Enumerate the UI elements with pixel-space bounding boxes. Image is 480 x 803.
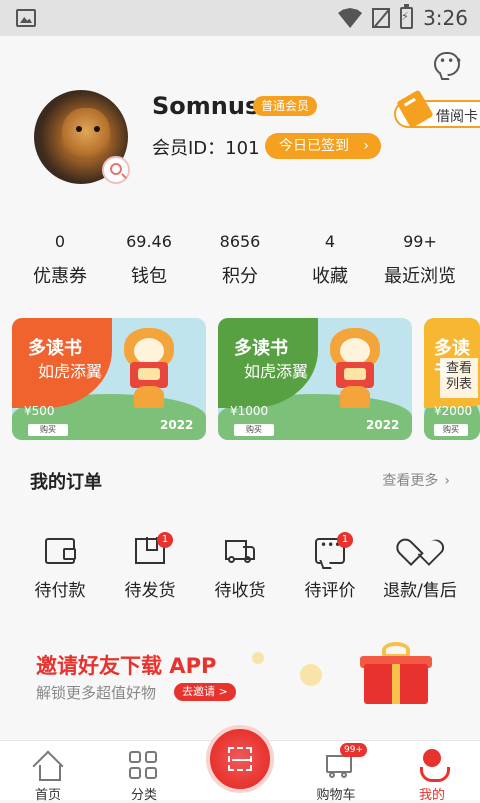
card-year: 2022 bbox=[366, 418, 400, 432]
stat-label: 钱包 bbox=[131, 266, 167, 287]
order-badge: 1 bbox=[337, 532, 353, 548]
stat-value: 4 bbox=[324, 232, 336, 251]
stat-label: 积分 bbox=[222, 266, 258, 287]
tiger-illustration bbox=[120, 328, 178, 410]
card-buy-button[interactable]: 购买 bbox=[434, 424, 468, 436]
card-price: ¥500 bbox=[24, 404, 55, 418]
card-slogan: 多读书 bbox=[234, 338, 288, 359]
avatar-edit-icon[interactable] bbox=[102, 156, 130, 184]
tab-label: 分类 bbox=[130, 788, 157, 803]
card-buy-button[interactable]: 购买 bbox=[28, 424, 68, 436]
stat-favorites[interactable]: 4 收藏 bbox=[282, 232, 378, 288]
scan-button[interactable] bbox=[206, 725, 274, 793]
stat-wallet[interactable]: 69.46 钱包 bbox=[101, 232, 197, 288]
order-label: 待收货 bbox=[214, 581, 266, 601]
user-icon bbox=[420, 749, 450, 782]
coin-decoration bbox=[300, 664, 322, 686]
stat-coupons[interactable]: 0 优惠券 bbox=[12, 232, 108, 288]
package-icon: 1 bbox=[135, 532, 173, 564]
stats-row: 0 优惠券 69.46 钱包 8656 积分 4 收藏 99+ 最近浏览 bbox=[0, 232, 480, 292]
stat-label: 优惠券 bbox=[33, 266, 87, 287]
borrow-card-label: 借阅卡 bbox=[436, 109, 478, 125]
tab-home[interactable]: 首页 bbox=[0, 741, 96, 803]
card-year: 2022 bbox=[160, 418, 194, 432]
order-label: 退款/售后 bbox=[383, 581, 457, 601]
truck-icon bbox=[225, 538, 255, 564]
card-slogan: 多读书 bbox=[28, 338, 82, 359]
home-icon bbox=[34, 753, 62, 781]
tab-label: 我的 bbox=[418, 788, 445, 803]
stat-label: 收藏 bbox=[312, 266, 348, 287]
orders-more-label: 查看更多 bbox=[382, 473, 439, 489]
chevron-right-icon: › bbox=[444, 473, 450, 489]
heart-icon bbox=[405, 538, 435, 564]
gift-box-illustration bbox=[360, 642, 432, 710]
tiger-illustration bbox=[326, 328, 384, 410]
stat-points[interactable]: 8656 积分 bbox=[192, 232, 288, 288]
card-slogan-2: 如虎添翼 bbox=[38, 362, 103, 381]
stat-value: 69.46 bbox=[126, 232, 172, 251]
scan-icon bbox=[228, 747, 252, 771]
order-badge: 1 bbox=[157, 532, 173, 548]
tab-category[interactable]: 分类 bbox=[96, 741, 192, 803]
invite-title: 邀请好友下载 APP bbox=[36, 654, 217, 678]
stat-value: 99+ bbox=[403, 232, 437, 251]
gift-card[interactable]: 多读书 如虎添翼 ¥1000 购买 2022 bbox=[218, 318, 412, 440]
order-pending-shipment[interactable]: 1 待发货 bbox=[102, 532, 198, 601]
invite-button[interactable]: 去邀请 > bbox=[174, 683, 236, 701]
tab-label: 首页 bbox=[34, 788, 61, 803]
profile-page: Somnus 普通会员 借阅卡 会员ID：101 今日已签到 › 0 优惠券 6… bbox=[0, 36, 480, 740]
chevron-right-icon: › bbox=[363, 138, 369, 154]
gift-card[interactable]: 多读书 如虎添翼 ¥500 购买 2022 bbox=[12, 318, 206, 440]
tab-label: 购物车 bbox=[316, 788, 356, 803]
card-slogan-2: 如虎添翼 bbox=[244, 362, 309, 381]
wallet-icon bbox=[45, 538, 76, 564]
gift-card-carousel[interactable]: 多读书 如虎添翼 ¥500 购买 2022 多读书 如虎添翼 ¥1000 购买 … bbox=[12, 318, 480, 440]
order-pending-review[interactable]: 1 待评价 bbox=[282, 532, 378, 601]
order-pending-receipt[interactable]: 待收货 bbox=[192, 538, 288, 601]
order-label: 待发货 bbox=[124, 581, 176, 601]
status-bar: 3:26 bbox=[0, 0, 480, 36]
invite-subtitle: 解锁更多超值好物 bbox=[36, 684, 157, 702]
card-price: ¥2000 bbox=[434, 404, 473, 418]
stat-label: 最近浏览 bbox=[384, 266, 456, 287]
ticket-icon bbox=[396, 89, 434, 129]
message-icon[interactable] bbox=[434, 52, 463, 76]
status-time: 3:26 bbox=[423, 6, 468, 30]
coin-decoration bbox=[252, 652, 264, 664]
borrow-card-button[interactable]: 借阅卡 bbox=[394, 89, 480, 129]
card-price: ¥1000 bbox=[230, 404, 269, 418]
wifi-icon bbox=[338, 8, 363, 28]
stat-recent[interactable]: 99+ 最近浏览 bbox=[372, 232, 468, 288]
signin-label: 今日已签到 bbox=[279, 138, 349, 154]
member-id: 会员ID：101 bbox=[152, 138, 260, 159]
stat-value: 0 bbox=[54, 232, 66, 251]
order-label: 待付款 bbox=[34, 581, 86, 601]
orders-more-link[interactable]: 查看更多 › bbox=[382, 470, 450, 490]
grid-icon bbox=[129, 751, 159, 781]
battery-charging-icon bbox=[400, 4, 414, 29]
comment-icon: 1 bbox=[315, 532, 353, 564]
stat-value: 8656 bbox=[219, 232, 261, 251]
tab-cart[interactable]: 99+ 购物车 bbox=[288, 741, 384, 803]
order-pending-payment[interactable]: 待付款 bbox=[12, 538, 108, 601]
cart-badge: 99+ bbox=[340, 743, 367, 757]
order-refund[interactable]: 退款/售后 bbox=[372, 538, 468, 601]
signin-button[interactable]: 今日已签到 › bbox=[265, 133, 381, 159]
view-list-button[interactable]: 查看列表 bbox=[440, 358, 478, 398]
no-sim-icon bbox=[372, 8, 391, 28]
member-level-badge: 普通会员 bbox=[253, 96, 318, 116]
orders-title: 我的订单 bbox=[30, 472, 102, 493]
image-notification-icon bbox=[16, 9, 36, 27]
card-buy-button[interactable]: 购买 bbox=[234, 424, 274, 436]
bottom-tab-bar: 首页 分类 99+ 购物车 我的 bbox=[0, 725, 480, 803]
tab-me[interactable]: 我的 bbox=[384, 741, 480, 803]
username: Somnus bbox=[152, 92, 260, 120]
order-label: 待评价 bbox=[304, 581, 356, 601]
